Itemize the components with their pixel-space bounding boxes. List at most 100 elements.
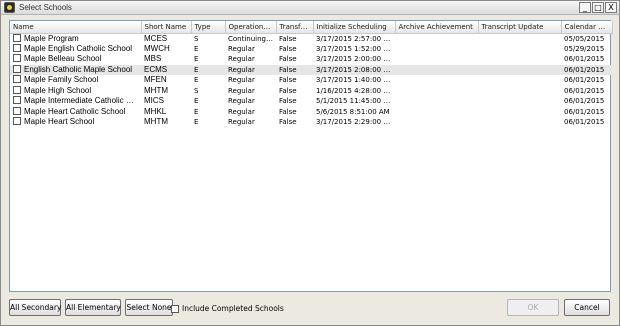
table-row[interactable]: Maple Family School MFEN E Regular False 3/17… <box>10 75 612 86</box>
cell-short-name: MFEN <box>144 75 167 85</box>
col-header-transfer[interactable]: Transfer... <box>276 21 314 34</box>
col-header-calendar-date[interactable]: Calendar Date <box>561 21 613 34</box>
row-checkbox[interactable] <box>13 75 21 84</box>
select-none-button[interactable]: Select None <box>125 299 173 316</box>
schools-table: Name Short Name Type Operation T... Tran… <box>10 21 613 128</box>
cell-type: E <box>194 76 199 85</box>
cell-initialize-scheduling: 1/16/2015 4:28:00 PM <box>316 86 394 95</box>
cancel-button[interactable]: Cancel <box>564 299 610 316</box>
table-row[interactable]: Maple Belleau School MBS E Regular False 3/17… <box>10 54 612 65</box>
cell-calendar-date: 06/01/2015 <box>564 107 605 116</box>
school-name-text: Maple Intermediate Catholic Sch <box>24 96 140 106</box>
cell-type: E <box>194 55 199 64</box>
cell-initialize-scheduling: 5/6/2015 8:51:00 AM <box>316 107 390 116</box>
row-checkbox[interactable] <box>13 106 21 115</box>
table-row[interactable]: Maple Intermediate Catholic Sch MICS E Regu… <box>10 96 612 107</box>
cell-transcript-update <box>478 117 561 128</box>
cell-archive-achievement <box>395 86 478 97</box>
col-header-short-name[interactable]: Short Name <box>141 21 192 34</box>
bottom-bar: All Secondary All Elementary Select None… <box>9 299 611 317</box>
cell-type: E <box>194 118 199 127</box>
col-header-initialize-scheduling[interactable]: Initialize Scheduling <box>313 21 396 34</box>
cell-short-name: MBS <box>144 54 162 64</box>
cell-type: E <box>194 107 199 116</box>
cell-short-name: MICS <box>144 96 164 106</box>
minimize-button[interactable]: _ <box>579 2 591 13</box>
cell-initialize-scheduling: 3/17/2015 2:00:00 PM <box>316 55 394 64</box>
school-name-text: Maple Program <box>24 33 79 43</box>
cell-transfer: False <box>276 64 313 75</box>
cell-short-name: MHTM <box>144 85 168 95</box>
cell-transcript-update <box>478 33 561 44</box>
cell-name: Maple Family School <box>10 75 141 86</box>
table-row[interactable]: English Catholic Maple School ECMS E Regula… <box>10 64 612 75</box>
cell-type: E <box>194 44 199 53</box>
cell-calendar-date: 05/29/2015 <box>564 44 605 53</box>
close-button[interactable]: X <box>605 2 617 13</box>
cell-operation-type: Regular <box>228 97 255 106</box>
cell-transcript-update <box>478 64 561 75</box>
school-name-text: Maple Belleau School <box>24 54 102 64</box>
app-icon <box>4 2 15 13</box>
cell-transcript-update <box>478 96 561 107</box>
cell-archive-achievement <box>395 107 478 118</box>
cell-calendar-date: 06/01/2015 <box>561 64 612 75</box>
table-row[interactable]: Maple Program MCES S Continuing ... False 3/1… <box>10 33 612 44</box>
cell-transfer: False <box>279 118 297 127</box>
row-checkbox[interactable] <box>13 96 21 105</box>
row-checkbox[interactable] <box>13 33 21 42</box>
cell-transcript-update <box>478 75 561 86</box>
include-completed-toggle[interactable]: Include Completed Schools <box>171 304 284 313</box>
cell-type: S <box>194 86 199 95</box>
cell-archive-achievement <box>395 96 478 107</box>
cell-transfer: False <box>279 34 297 43</box>
cell-initialize-scheduling: 3/17/2015 2:29:00 PM <box>316 118 394 127</box>
cell-name: Maple Intermediate Catholic Sch <box>10 96 141 107</box>
cell-short-name: MHKL <box>144 106 167 116</box>
row-checkbox[interactable] <box>13 43 21 52</box>
cell-name: Maple Heart Catholic School <box>10 106 141 118</box>
col-header-transcript-update[interactable]: Transcript Update <box>478 21 562 34</box>
row-checkbox[interactable] <box>13 54 21 63</box>
all-elementary-button[interactable]: All Elementary <box>65 299 121 316</box>
school-name-text: Maple Heart School <box>24 117 95 127</box>
row-checkbox[interactable] <box>13 117 21 126</box>
school-name-text: Maple Family School <box>24 75 99 85</box>
ok-button[interactable]: OK <box>507 299 559 316</box>
window-title: Select Schools <box>19 3 72 12</box>
row-checkbox[interactable] <box>13 85 21 94</box>
table-row[interactable]: Maple Heart Catholic School MHKL E Regular F… <box>10 106 612 118</box>
cell-short-name: MWCH <box>144 43 170 53</box>
table-row[interactable]: Maple English Catholic School MWCH E Regula… <box>10 43 612 55</box>
cell-operation-type: Regular <box>225 64 276 75</box>
cell-operation-type: Regular <box>228 55 255 64</box>
school-name-text: Maple Heart Catholic School <box>24 106 126 116</box>
schools-list[interactable]: Name Short Name Type Operation T... Tran… <box>9 20 613 292</box>
all-secondary-button[interactable]: All Secondary <box>9 299 61 316</box>
col-header-name[interactable]: Name <box>10 21 142 34</box>
cell-name: Maple High School <box>10 85 141 97</box>
cell-transfer: False <box>279 76 297 85</box>
cell-short-name: ECMS <box>141 64 191 75</box>
school-name-text: English Catholic Maple School <box>24 64 133 74</box>
table-row[interactable]: Maple High School MHTM S Regular False 1/16/2… <box>10 85 612 97</box>
maximize-button[interactable]: □ <box>592 2 604 13</box>
title-bar[interactable]: Select Schools _ □ X <box>1 1 619 15</box>
row-checkbox[interactable] <box>13 64 21 73</box>
cell-operation-type: Regular <box>228 107 255 116</box>
col-header-operation-type[interactable]: Operation T... <box>225 21 277 34</box>
cell-operation-type: Regular <box>228 76 255 85</box>
cell-type: E <box>194 97 199 106</box>
cell-initialize-scheduling: 5/1/2015 11:45:00 AM <box>316 97 395 106</box>
select-schools-window: Select Schools _ □ X Name Short Name Typ… <box>0 0 620 326</box>
cell-transfer: False <box>279 86 297 95</box>
col-header-type[interactable]: Type <box>191 21 226 34</box>
cell-transcript-update <box>478 44 561 55</box>
cell-initialize-scheduling: 3/17/2015 1:52:00 PM <box>316 44 394 53</box>
table-row[interactable]: Maple Heart School MHTM E Regular False 3/17/… <box>10 117 612 128</box>
col-header-archive-achievement[interactable]: Archive Achievement <box>395 21 479 34</box>
include-completed-checkbox[interactable] <box>171 304 179 313</box>
cell-initialize-scheduling: 3/17/2015 2:08:00 PM <box>313 64 395 75</box>
cell-initialize-scheduling: 3/17/2015 1:40:00 PM <box>316 76 394 85</box>
cell-archive-achievement <box>395 64 478 75</box>
